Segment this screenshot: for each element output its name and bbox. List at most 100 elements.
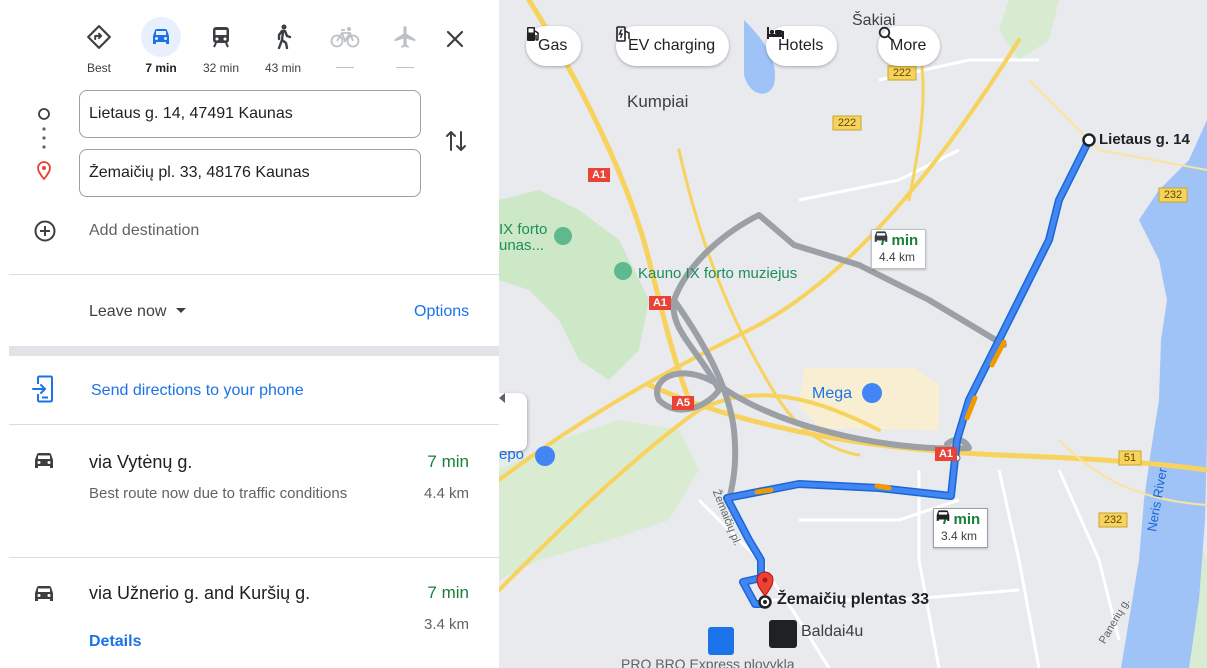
- mode-driving-label: 7 min: [145, 61, 177, 75]
- destination-pin-icon[interactable]: [756, 571, 774, 597]
- hotel-bed-icon: [767, 27, 784, 39]
- destination-map-label[interactable]: Žemaičių plentas 33: [777, 591, 929, 609]
- alt-route-label[interactable]: 7 min 4.4 km: [871, 229, 927, 269]
- mode-transit-label: 32 min: [202, 61, 240, 75]
- shield-a5: A5: [675, 397, 691, 409]
- mode-driving[interactable]: 7 min: [132, 14, 190, 76]
- map-base: [499, 0, 1207, 668]
- park-area: [999, 0, 1059, 60]
- shopping-poi-icon[interactable]: [862, 383, 882, 403]
- bicycle-icon: [316, 14, 374, 60]
- caret-left-icon: [499, 393, 505, 403]
- leave-now-label: Leave now: [89, 303, 167, 320]
- shield-222: 222: [892, 67, 912, 79]
- route-name: via Užnerio g. and Kuršių g.: [89, 583, 311, 603]
- directions-panel: Best 7 min 32 min 43 min Lietaus g. 14, …: [0, 0, 499, 668]
- car-icon: [35, 586, 53, 601]
- destination-pin-dot: [762, 577, 768, 583]
- search-icon: [878, 26, 894, 42]
- place-label-baldai[interactable]: Baldai4u: [801, 623, 863, 641]
- add-destination-link[interactable]: Add destination: [89, 221, 199, 241]
- primary-route-label[interactable]: 7 min 3.4 km: [933, 508, 989, 548]
- mode-cycling[interactable]: [316, 14, 374, 83]
- route-description: Best route now due to traffic conditions: [89, 485, 348, 502]
- museum-poi-icon[interactable]: [554, 227, 572, 245]
- leave-now-dropdown[interactable]: Leave now: [89, 302, 187, 322]
- waypoint-connector-icon: [37, 108, 51, 181]
- chip-ev-charging[interactable]: EV charging: [616, 26, 730, 66]
- shopping-poi-icon[interactable]: [535, 446, 555, 466]
- route-name: via Vytėnų g.: [89, 452, 193, 472]
- museum-poi-icon[interactable]: [614, 262, 632, 280]
- route-time: 7 min: [427, 583, 469, 602]
- best-route-icon: [70, 14, 128, 60]
- traffic-segment: [754, 487, 774, 495]
- options-button[interactable]: Options: [414, 302, 469, 322]
- origin-input[interactable]: [79, 90, 421, 138]
- origin-map-label[interactable]: Lietaus g. 14: [1099, 131, 1190, 148]
- collapse-panel-button[interactable]: [499, 393, 527, 451]
- ev-charging-icon: [616, 26, 630, 42]
- divider: [9, 274, 499, 275]
- section-separator: [9, 346, 499, 356]
- walking-icon: [254, 14, 312, 60]
- swap-waypoints-button[interactable]: [442, 127, 470, 155]
- swap-icon: [446, 131, 466, 151]
- shield-a1: A1: [591, 169, 607, 181]
- alt-route-label-distance: 4.4 km: [879, 250, 916, 264]
- chip-hotels[interactable]: Hotels: [766, 26, 838, 66]
- traffic-segment: [874, 483, 892, 491]
- car-icon: [936, 510, 950, 521]
- car-icon: [141, 17, 181, 57]
- airplane-icon: [376, 14, 434, 60]
- mode-best[interactable]: Best: [70, 14, 128, 76]
- route-option-1[interactable]: via Vytėnų g. 7 min 4.4 km Best route no…: [0, 425, 499, 557]
- mode-transit[interactable]: 32 min: [192, 14, 250, 76]
- route-option-2[interactable]: via Užnerio g. and Kuršių g. 7 min 3.4 k…: [0, 558, 499, 668]
- mode-flights[interactable]: [376, 14, 434, 83]
- send-to-phone-icon: [32, 375, 53, 403]
- place-label-mega[interactable]: Mega: [812, 385, 852, 403]
- mode-best-label: Best: [86, 61, 111, 75]
- car-icon: [874, 231, 888, 242]
- add-circle-icon[interactable]: [33, 219, 57, 243]
- park-area: [499, 420, 699, 580]
- destination-marker-dot: [763, 600, 767, 604]
- car-icon: [35, 453, 53, 468]
- baldai-logo[interactable]: [769, 620, 797, 648]
- shield-232: 232: [1103, 514, 1123, 526]
- primary-route-label-distance: 3.4 km: [941, 529, 978, 543]
- shield-222: 222: [837, 117, 857, 129]
- chip-gas[interactable]: Gas: [526, 26, 582, 66]
- park-area: [499, 190, 649, 380]
- shield-a1: A1: [938, 448, 954, 460]
- mode-flights-label: [376, 67, 434, 83]
- route-distance: 3.4 km: [423, 616, 469, 633]
- close-directions-button[interactable]: [440, 24, 470, 54]
- close-icon: [446, 30, 464, 48]
- travel-mode-bar: Best 7 min 32 min 43 min: [70, 14, 490, 76]
- route-details-link[interactable]: Details: [89, 632, 141, 652]
- place-label-forto: IX forto unas...: [499, 221, 548, 254]
- mode-walking[interactable]: 43 min: [254, 14, 312, 76]
- gas-station-icon: [527, 27, 539, 41]
- mode-cycling-label: [316, 67, 374, 83]
- chip-hotels-label: Hotels: [778, 37, 824, 54]
- chip-gas-label: Gas: [538, 37, 568, 54]
- place-label-museum[interactable]: Kauno IX forto muziejus: [638, 265, 797, 282]
- place-label-probro[interactable]: PRO BRO Express plovykla: [621, 656, 795, 668]
- shield-a1: A1: [652, 297, 668, 309]
- origin-marker[interactable]: [1082, 133, 1096, 147]
- mode-walking-label: 43 min: [264, 61, 302, 75]
- map-canvas[interactable]: Šakiai Kumpiai IX forto unas... Kauno IX…: [499, 0, 1207, 668]
- route-distance: 4.4 km: [423, 485, 469, 502]
- train-icon: [192, 14, 250, 60]
- shield-232: 232: [1163, 189, 1183, 201]
- send-directions-link[interactable]: Send directions to your phone: [91, 381, 304, 401]
- chip-more[interactable]: More: [878, 26, 941, 66]
- place-label-kumpiai: Kumpiai: [627, 92, 689, 111]
- probro-logo[interactable]: [708, 627, 734, 655]
- chip-ev-charging-label: EV charging: [628, 37, 716, 54]
- destination-input[interactable]: [79, 149, 421, 197]
- shield-51: 51: [1123, 452, 1137, 464]
